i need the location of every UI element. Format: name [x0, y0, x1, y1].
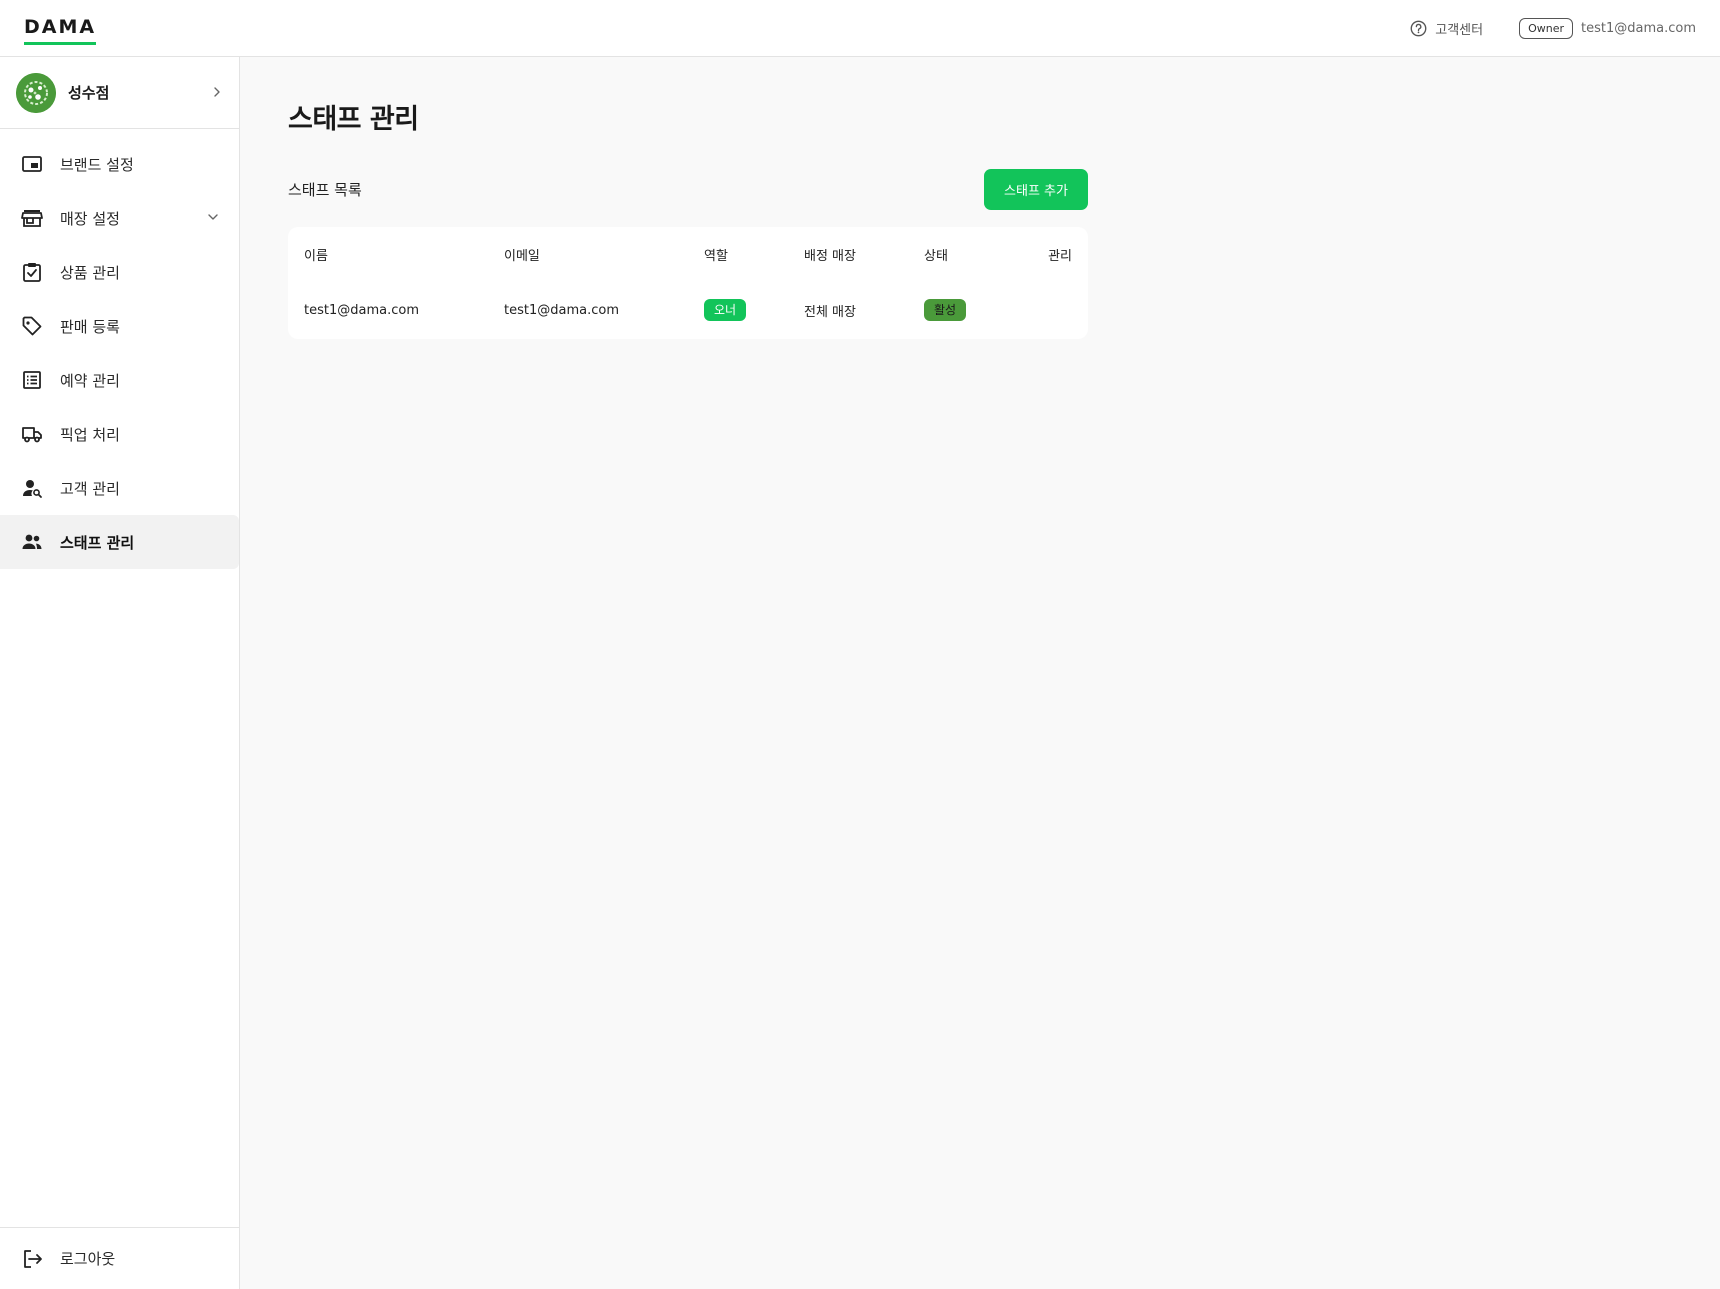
cell-name: test1@dama.com — [304, 302, 419, 318]
logout-label: 로그아웃 — [60, 1250, 116, 1268]
help-center-link[interactable]: 고객센터 — [1410, 19, 1483, 38]
cell-role: 오너 — [688, 281, 788, 339]
cell-store: 전체 매장 — [804, 304, 856, 320]
column-header-role: 역할 — [704, 248, 728, 264]
column-header-actions: 관리 — [1048, 248, 1072, 264]
sidebar-item-staff-management[interactable]: 스태프 관리 — [0, 515, 239, 569]
top-bar: DAMA 고객센터 Owner test1@dama.com — [0, 0, 1720, 57]
sidebar-item-brand-settings[interactable]: 브랜드 설정 — [0, 137, 239, 191]
truck-icon — [20, 422, 44, 446]
user-info[interactable]: Owner test1@dama.com — [1519, 17, 1696, 39]
store-name: 성수점 — [68, 84, 110, 102]
sidebar-item-label: 판매 등록 — [60, 317, 120, 336]
sidebar-item-reservation-management[interactable]: 예약 관리 — [0, 353, 239, 407]
logo[interactable]: DAMA — [24, 17, 97, 45]
sidebar-item-customer-management[interactable]: 고객 관리 — [0, 461, 239, 515]
add-staff-button[interactable]: 스태프 추가 — [984, 169, 1088, 210]
section-header: 스태프 목록 스태프 추가 — [288, 169, 1088, 210]
help-center-label: 고객센터 — [1435, 22, 1484, 38]
column-header-status: 상태 — [924, 248, 948, 264]
section-title: 스태프 목록 — [288, 181, 362, 199]
column-header-email: 이메일 — [504, 248, 540, 264]
people-icon — [20, 530, 44, 554]
sidebar-item-sales-registration[interactable]: 판매 등록 — [0, 299, 239, 353]
sidebar: 성수점 브랜드 설정 매장 설정 상품 관리 판매 등록 예약 관리 픽업 처리… — [0, 57, 240, 1289]
chevron-right-icon — [211, 83, 223, 102]
sidebar-item-label: 매장 설정 — [60, 209, 120, 228]
staff-table-card: 이름 이메일 역할 배정 매장 상태 관리 test1@dama.com tes… — [288, 227, 1088, 339]
sidebar-item-label: 픽업 처리 — [60, 425, 120, 444]
store-selector[interactable]: 성수점 — [0, 57, 239, 129]
sidebar-item-product-management[interactable]: 상품 관리 — [0, 245, 239, 299]
sidebar-item-label: 상품 관리 — [60, 263, 120, 282]
sidebar-item-label: 고객 관리 — [60, 479, 120, 498]
column-header-store: 배정 매장 — [804, 248, 856, 264]
page-title: 스태프 관리 — [288, 104, 419, 135]
logout-button[interactable]: 로그아웃 — [0, 1227, 239, 1289]
status-badge: 활성 — [924, 298, 967, 322]
topbar-right: 고객센터 Owner test1@dama.com — [1410, 17, 1696, 39]
main-content: 스태프 관리 스태프 목록 스태프 추가 이름 이메일 역할 배정 매장 상태 … — [288, 57, 1688, 339]
chevron-down-icon[interactable] — [207, 209, 219, 227]
user-email: test1@dama.com — [1581, 20, 1696, 36]
person-search-icon — [20, 476, 44, 500]
brand-card-icon — [20, 152, 44, 176]
staff-table: 이름 이메일 역할 배정 매장 상태 관리 test1@dama.com tes… — [288, 227, 1088, 339]
sidebar-item-label: 브랜드 설정 — [60, 155, 134, 174]
tag-icon — [20, 314, 44, 338]
cell-email: test1@dama.com — [504, 302, 619, 318]
sidebar-item-store-settings[interactable]: 매장 설정 — [0, 191, 239, 245]
storefront-icon — [20, 206, 44, 230]
sidebar-item-label: 스태프 관리 — [60, 533, 135, 552]
help-circle-icon — [1410, 20, 1427, 37]
cell-status: 활성 — [908, 281, 1008, 339]
sidebar-nav: 브랜드 설정 매장 설정 상품 관리 판매 등록 예약 관리 픽업 처리 고객 … — [0, 129, 239, 569]
role-chip: Owner — [1519, 17, 1574, 39]
table-row[interactable]: test1@dama.com test1@dama.com 오너 전체 매장 활… — [288, 281, 1088, 339]
logout-icon — [20, 1247, 44, 1271]
role-badge: 오너 — [704, 298, 747, 322]
store-avatar — [16, 72, 56, 113]
cell-actions — [1008, 281, 1088, 339]
sidebar-item-label: 예약 관리 — [60, 371, 120, 390]
table-header-row: 이름 이메일 역할 배정 매장 상태 관리 — [288, 227, 1088, 281]
clipboard-check-icon — [20, 260, 44, 284]
sidebar-item-pickup-processing[interactable]: 픽업 처리 — [0, 407, 239, 461]
list-icon — [20, 368, 44, 392]
column-header-name: 이름 — [304, 248, 328, 264]
